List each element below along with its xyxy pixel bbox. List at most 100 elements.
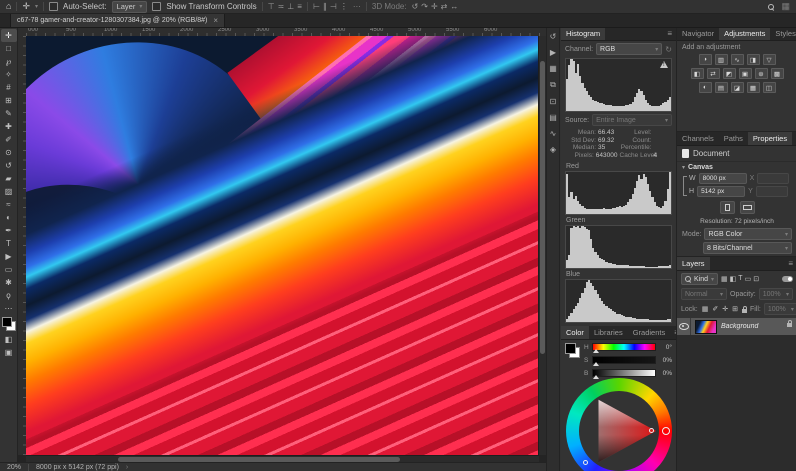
color-wheel[interactable] xyxy=(566,378,672,471)
lock-image-pixels-icon[interactable]: ✐ xyxy=(711,305,719,313)
vertical-scrollbar-thumb[interactable] xyxy=(540,61,545,354)
tab-properties[interactable]: Properties xyxy=(748,132,792,145)
history-brush-tool[interactable]: ↺ xyxy=(1,159,17,172)
blend-mode-select[interactable]: Normal ▾ xyxy=(681,288,727,300)
distribute-vertical-icon[interactable]: ≡ xyxy=(297,2,302,11)
filter-smart-objects-icon[interactable]: ⊡ xyxy=(752,275,760,283)
edit-toolbar[interactable]: ⋯ xyxy=(1,302,17,315)
slider-thumb[interactable] xyxy=(593,375,599,379)
color-slider-h[interactable]: H0° xyxy=(584,343,672,351)
eyedropper-tool[interactable]: ✎ xyxy=(1,107,17,120)
layer-filter-toggle[interactable] xyxy=(782,276,793,282)
align-horizontal-centers-icon[interactable]: ∥ xyxy=(323,2,327,11)
document-tab[interactable]: c67-78 gamer-and-creator-1280307384.jpg … xyxy=(10,14,225,27)
tab-gradients[interactable]: Gradients xyxy=(628,326,671,339)
levels-adjustment-icon[interactable]: ▥ xyxy=(715,54,728,65)
3d-roll-icon[interactable]: ↷ xyxy=(421,2,428,11)
height-field[interactable]: 5142 px xyxy=(697,186,745,197)
clone-source-panel-icon[interactable]: ⊡ xyxy=(550,97,557,106)
invert-adjustment-icon[interactable]: ◐ xyxy=(699,82,712,93)
hand-tool[interactable]: ✱ xyxy=(1,276,17,289)
tab-channels[interactable]: Channels xyxy=(677,132,719,145)
hue-ring-marker[interactable] xyxy=(662,427,670,435)
foreground-background-swatches[interactable] xyxy=(2,317,16,331)
channel-select[interactable]: RGB ▾ xyxy=(596,43,662,55)
brightness-contrast-adjustment-icon[interactable]: ◑ xyxy=(699,54,712,65)
orientation-landscape-button[interactable] xyxy=(740,201,755,214)
dodge-tool[interactable]: ◐ xyxy=(1,211,17,224)
tab-libraries[interactable]: Libraries xyxy=(589,326,628,339)
more-align-options-icon[interactable]: ⋯ xyxy=(353,2,361,11)
slider-track[interactable] xyxy=(592,343,656,351)
hue-ring-secondary-marker[interactable] xyxy=(583,460,588,465)
exposure-adjustment-icon[interactable]: ◨ xyxy=(747,54,760,65)
uncached-refresh-warning-icon[interactable] xyxy=(660,61,668,68)
filter-pixel-layers-icon[interactable]: ▦ xyxy=(720,275,729,283)
shape-tool[interactable]: ▭ xyxy=(1,263,17,276)
type-tool[interactable]: T xyxy=(1,237,17,250)
3d-slide-icon[interactable]: ⇄ xyxy=(441,2,448,11)
libraries-panel-icon[interactable]: ⧉ xyxy=(550,80,556,90)
close-icon[interactable]: × xyxy=(213,16,218,25)
fill-field[interactable]: 100% ▾ xyxy=(764,303,796,315)
panel-menu-icon[interactable]: ≡ xyxy=(663,27,676,40)
gradient-tool[interactable]: ▨ xyxy=(1,185,17,198)
lasso-tool[interactable]: ℘ xyxy=(1,55,17,68)
channel-mixer-adjustment-icon[interactable]: ⊛ xyxy=(755,68,768,79)
color-slider-s[interactable]: S0% xyxy=(584,356,672,364)
3d-orbit-icon[interactable]: ↺ xyxy=(412,2,419,11)
info-panel-icon[interactable]: ▤ xyxy=(549,113,557,122)
document-canvas[interactable] xyxy=(26,36,539,455)
vertical-scrollbar[interactable] xyxy=(538,36,546,455)
path-selection-tool[interactable]: ▶ xyxy=(1,250,17,263)
tab-navigator[interactable]: Navigator xyxy=(677,27,719,40)
frame-tool[interactable]: ⊞ xyxy=(1,94,17,107)
zoom-level[interactable]: 20% xyxy=(7,464,21,471)
brush-tool[interactable]: ✐ xyxy=(1,133,17,146)
auto-select-target-dropdown[interactable]: Layer ▾ xyxy=(112,1,148,13)
color-balance-adjustment-icon[interactable]: ⇄ xyxy=(707,68,720,79)
screen-mode[interactable]: ▣ xyxy=(1,346,17,359)
foreground-color-swatch[interactable] xyxy=(2,317,12,327)
vibrance-adjustment-icon[interactable]: ▽ xyxy=(763,54,776,65)
tab-styles[interactable]: Styles xyxy=(770,27,796,40)
3d-scale-icon[interactable]: ↔ xyxy=(450,2,458,11)
link-dimensions-icon[interactable] xyxy=(683,176,687,196)
lock-artboard-icon[interactable]: ⊞ xyxy=(731,305,739,313)
distribute-horizontal-icon[interactable]: ⋮ xyxy=(340,2,348,11)
curves-adjustment-icon[interactable]: ∿ xyxy=(731,54,744,65)
color-slider-b[interactable]: B0% xyxy=(584,369,672,377)
filter-adjustment-layers-icon[interactable]: ◧ xyxy=(729,275,738,283)
tab-color[interactable]: Color xyxy=(561,326,589,339)
photo-filter-adjustment-icon[interactable]: ▣ xyxy=(739,68,752,79)
home-icon[interactable]: ⌂ xyxy=(6,2,11,11)
move-tool-icon[interactable]: ✛ xyxy=(22,2,30,11)
quick-mask-mode[interactable]: ◧ xyxy=(1,333,17,346)
saturation-brightness-triangle[interactable] xyxy=(579,391,659,471)
layer-filter-kind-select[interactable]: Kind ▾ xyxy=(681,273,718,285)
tab-adjustments[interactable]: Adjustments xyxy=(719,27,770,40)
panel-menu-icon[interactable]: ≡ xyxy=(784,257,796,270)
eraser-tool[interactable]: ▰ xyxy=(1,172,17,185)
blur-tool[interactable]: ≈ xyxy=(1,198,17,211)
align-left-edges-icon[interactable]: ⊢ xyxy=(313,2,320,11)
hue-saturation-adjustment-icon[interactable]: ◧ xyxy=(691,68,704,79)
align-right-edges-icon[interactable]: ⊣ xyxy=(330,2,337,11)
lock-transparent-pixels-icon[interactable]: ▦ xyxy=(701,305,710,313)
slider-track[interactable] xyxy=(592,356,656,364)
workspace-switcher-icon[interactable]: ▦ xyxy=(781,2,790,11)
triangle-color-marker[interactable] xyxy=(649,428,654,433)
opacity-field[interactable]: 100% ▾ xyxy=(759,288,793,300)
slider-thumb[interactable] xyxy=(593,362,599,366)
layer-row-background[interactable]: Background xyxy=(677,318,796,335)
color-lookup-adjustment-icon[interactable]: ▩ xyxy=(771,68,784,79)
slider-track[interactable] xyxy=(592,369,656,377)
status-chevron-icon[interactable]: › xyxy=(126,464,128,471)
width-field[interactable]: 8000 px xyxy=(699,173,747,184)
layer-thumbnail[interactable] xyxy=(695,320,717,334)
3d-pan-icon[interactable]: ✛ xyxy=(431,2,438,11)
layer-visibility-toggle[interactable] xyxy=(677,318,691,335)
move-tool[interactable]: ✛ xyxy=(1,29,17,42)
orientation-portrait-button[interactable] xyxy=(720,201,735,214)
actions-panel-icon[interactable]: ▶ xyxy=(550,48,556,57)
